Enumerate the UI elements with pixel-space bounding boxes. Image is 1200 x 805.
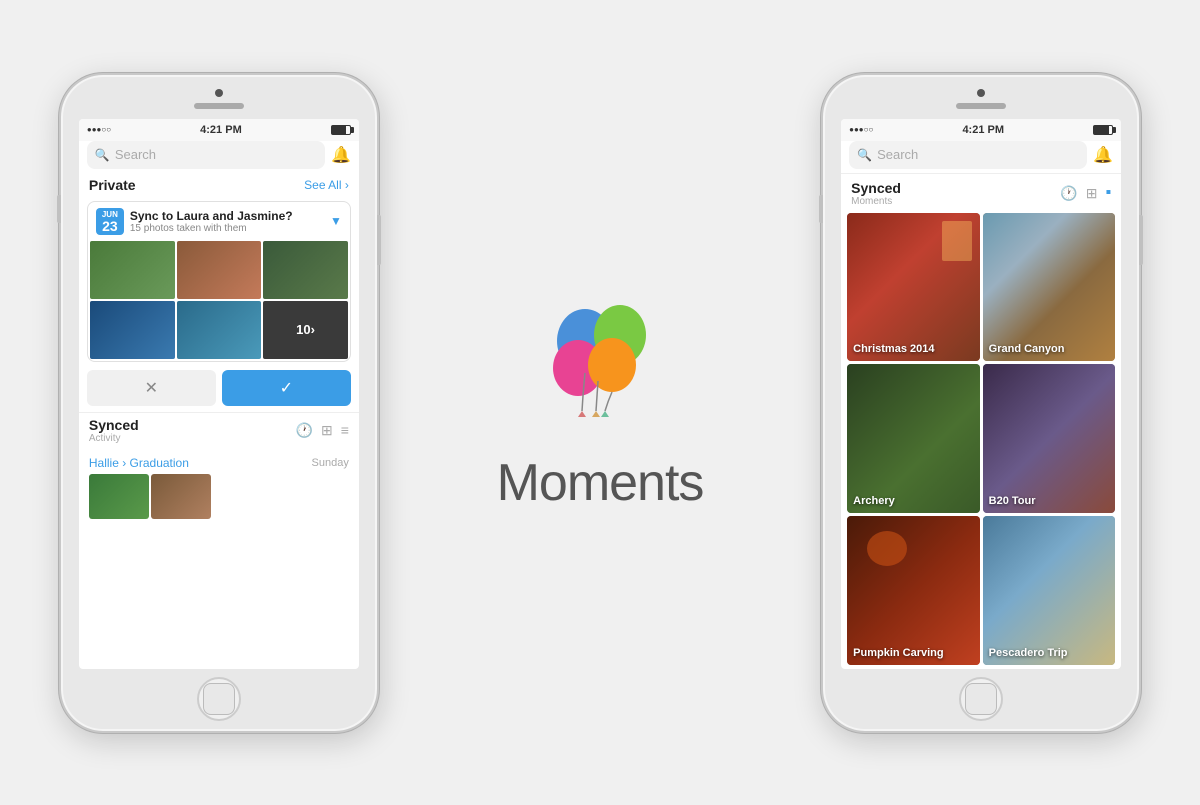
thumb-2: [151, 474, 211, 519]
thumb-1: [89, 474, 149, 519]
moment-label-b20: B20 Tour: [989, 495, 1036, 507]
moment-pescadero-trip[interactable]: Pescadero Trip: [983, 516, 1116, 665]
search-row-right: 🔍 Search 🔔: [841, 141, 1121, 173]
sync-card-header: JUN 23 Sync to Laura and Jasmine? 15 pho…: [88, 202, 350, 241]
moment-b20-tour[interactable]: B20 Tour: [983, 364, 1116, 513]
status-bar-right: ●●●○○ 4:21 PM: [841, 119, 1121, 141]
moments-grid: Christmas 2014 Grand Canyon Archery B20 …: [841, 209, 1121, 669]
photo-cell-4: [90, 301, 175, 359]
list-view-icon[interactable]: ≡: [341, 422, 349, 438]
photo-cell-3: [263, 241, 348, 299]
search-bar-right[interactable]: 🔍 Search: [849, 141, 1087, 169]
tile-view-icon-right[interactable]: ▪: [1105, 184, 1111, 202]
search-placeholder-left: Search: [115, 147, 156, 162]
phone-top-left: [61, 75, 377, 109]
screen-left: ●●●○○ 4:21 PM 🔍 Search 🔔 Private See All…: [79, 119, 359, 669]
search-icon-left: 🔍: [95, 148, 110, 162]
moment-grand-canyon[interactable]: Grand Canyon: [983, 213, 1116, 362]
camera-dot-right: [977, 89, 985, 97]
sync-card: JUN 23 Sync to Laura and Jasmine? 15 pho…: [87, 201, 351, 362]
photo-cell-5: [177, 301, 262, 359]
screen-right: ●●●○○ 4:21 PM 🔍 Search 🔔 Synced Moments: [841, 119, 1121, 669]
moment-label-pescadero: Pescadero Trip: [989, 647, 1068, 659]
synced-right-header: Synced Moments 🕐 ⊞ ▪: [841, 173, 1121, 209]
signal-left: ●●●○○: [87, 125, 111, 134]
synced-icons-right: 🕐 ⊞ ▪: [1060, 184, 1111, 202]
moment-label-canyon: Grand Canyon: [989, 343, 1065, 355]
synced-header-right: Synced Moments 🕐 ⊞ ▪: [851, 180, 1111, 207]
camera-dot-left: [215, 89, 223, 97]
activity-names: Hallie › Graduation: [89, 456, 189, 470]
moment-label-pumpkin: Pumpkin Carving: [853, 647, 943, 659]
time-left: 4:21 PM: [200, 124, 242, 136]
date-badge: JUN 23: [96, 208, 124, 235]
signal-right: ●●●○○: [849, 125, 873, 134]
battery-left: [331, 125, 351, 135]
clock-view-icon-right[interactable]: 🕐: [1060, 185, 1077, 202]
synced-title-left: Synced: [89, 417, 139, 433]
private-title: Private: [89, 177, 136, 193]
activity-day: Sunday: [312, 457, 349, 469]
see-all-button[interactable]: See All ›: [304, 178, 349, 192]
synced-title-block: Synced Activity: [89, 417, 139, 444]
date-day: 23: [102, 219, 118, 233]
grid-view-icon[interactable]: ⊞: [321, 422, 333, 439]
home-button-left[interactable]: [197, 677, 241, 721]
private-section-header: Private See All ›: [79, 173, 359, 197]
speaker-left: [194, 103, 244, 109]
photo-cell-count: 10›: [263, 301, 348, 359]
moment-archery[interactable]: Archery: [847, 364, 980, 513]
sync-title: Sync to Laura and Jasmine?: [130, 209, 324, 223]
moment-pumpkin-carving[interactable]: Pumpkin Carving: [847, 516, 980, 665]
synced-subtitle-left: Activity: [89, 433, 139, 444]
home-inner-right: [965, 683, 997, 715]
battery-right: [1093, 125, 1113, 135]
moment-christmas[interactable]: Christmas 2014: [847, 213, 980, 362]
photo-cell-2: [177, 241, 262, 299]
moment-label-christmas: Christmas 2014: [853, 343, 934, 355]
status-bar-left: ●●●○○ 4:21 PM: [79, 119, 359, 141]
phone-right: ●●●○○ 4:21 PM 🔍 Search 🔔 Synced Moments: [821, 73, 1141, 733]
synced-section-left: Synced Activity 🕐 ⊞ ≡: [79, 412, 359, 448]
synced-title-right: Synced: [851, 180, 901, 196]
moment-label-archery: Archery: [853, 495, 895, 507]
phone-top-right: [823, 75, 1139, 109]
moments-logo-text: Moments: [497, 453, 704, 513]
phone-left: ●●●○○ 4:21 PM 🔍 Search 🔔 Private See All…: [59, 73, 379, 733]
home-button-right[interactable]: [959, 677, 1003, 721]
search-placeholder-right: Search: [877, 147, 918, 162]
bell-icon-left[interactable]: 🔔: [331, 145, 351, 165]
grid-view-icon-right[interactable]: ⊞: [1086, 185, 1098, 202]
search-bar-left[interactable]: 🔍 Search: [87, 141, 325, 169]
synced-title-block-right: Synced Moments: [851, 180, 901, 207]
sync-dropdown-icon[interactable]: ▼: [330, 214, 342, 228]
photo-grid: 10›: [88, 241, 350, 361]
synced-header-left: Synced Activity 🕐 ⊞ ≡: [89, 417, 349, 444]
speaker-right: [956, 103, 1006, 109]
activity-item[interactable]: Hallie › Graduation Sunday: [79, 448, 359, 474]
home-inner-left: [203, 683, 235, 715]
time-right: 4:21 PM: [962, 124, 1004, 136]
sync-subtitle: 15 photos taken with them: [130, 223, 324, 234]
balloons-svg: [540, 293, 660, 433]
center-logo: Moments: [497, 293, 704, 513]
clock-view-icon[interactable]: 🕐: [296, 422, 313, 439]
synced-subtitle-right: Moments: [851, 196, 901, 207]
action-row: ✕ ✓: [87, 370, 351, 406]
photo-cell-1: [90, 241, 175, 299]
synced-icons-left: 🕐 ⊞ ≡: [296, 422, 349, 439]
confirm-button[interactable]: ✓: [222, 370, 351, 406]
cancel-button[interactable]: ✕: [87, 370, 216, 406]
sync-info: Sync to Laura and Jasmine? 15 photos tak…: [130, 209, 324, 234]
search-row-left: 🔍 Search 🔔: [79, 141, 359, 173]
search-icon-right: 🔍: [857, 148, 872, 162]
bell-icon-right[interactable]: 🔔: [1093, 145, 1113, 165]
activity-thumbs: [79, 474, 359, 519]
